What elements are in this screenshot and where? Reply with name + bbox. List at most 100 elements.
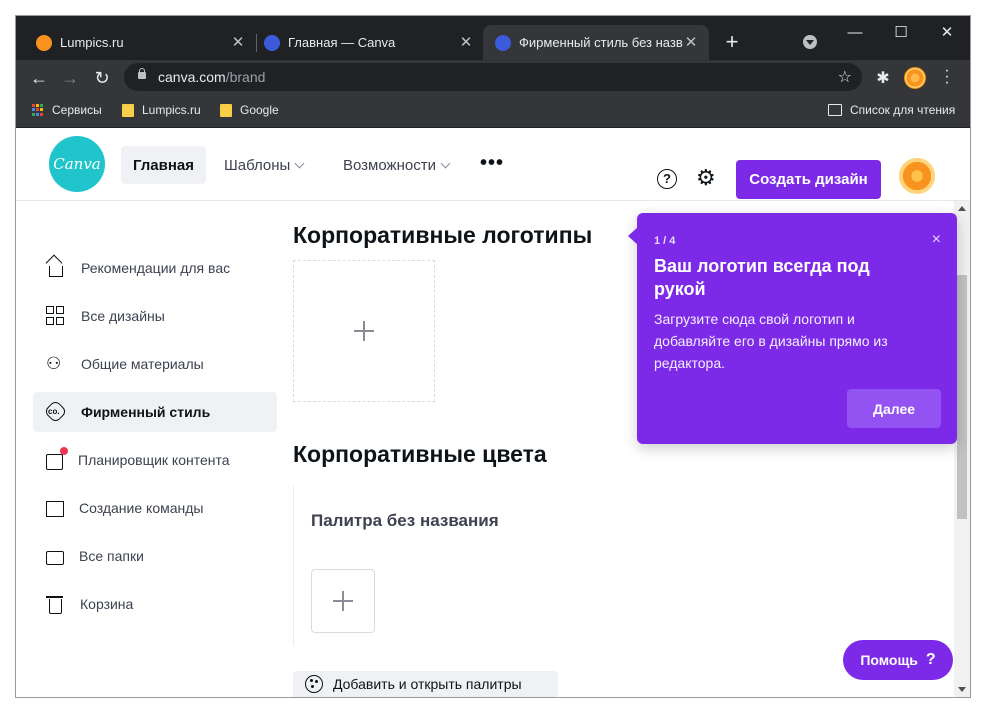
browser-window: Lumpics.ru ✕ Главная — Canva ✕ Фирменный… [16, 16, 970, 697]
nav-templates-label: Шаблоны [224, 156, 291, 174]
lumpics-favicon-icon [36, 34, 52, 51]
sidebar: Рекомендации для вас Все дизайны ⚇ Общие… [16, 201, 292, 697]
people-icon: ⚇ [46, 354, 62, 373]
tab-search-icon[interactable] [803, 35, 817, 49]
tab-title: Lumpics.ru [60, 35, 124, 50]
close-window-button[interactable]: ✕ [924, 16, 970, 48]
upload-logo-slot[interactable] [293, 260, 435, 402]
profile-avatar[interactable] [904, 67, 926, 89]
help-button-label: Помощь [860, 652, 918, 668]
add-palettes-label: Добавить и открыть палитры [333, 676, 522, 692]
canva-favicon-icon [264, 34, 280, 51]
popover-title: Ваш логотип всегда под рукой [654, 256, 870, 299]
back-icon[interactable]: ← [25, 64, 53, 92]
sidebar-item-all-designs[interactable]: Все дизайны [33, 296, 277, 336]
tab-canva-home[interactable]: Главная — Canva ✕ [244, 25, 484, 60]
bookmarks-bar: Сервисы Lumpics.ru Google Список для чте… [16, 95, 970, 128]
reading-list-label: Список для чтения [850, 103, 956, 117]
tab-title: Фирменный стиль без назван [519, 35, 683, 50]
help-icon[interactable]: ? [657, 169, 677, 189]
browser-toolbar: ← → ↻ canva.com/brand ☆ ✱ · · · [16, 60, 970, 95]
nav-templates[interactable]: Шаблоны [212, 146, 315, 184]
close-icon[interactable]: ✕ [683, 34, 699, 51]
grid-icon [46, 306, 66, 326]
browser-menu-icon[interactable]: · · · [940, 63, 954, 91]
bookmark-star-icon[interactable]: ☆ [838, 67, 852, 87]
folder-icon [46, 551, 64, 565]
lock-icon [138, 68, 146, 79]
logos-heading: Корпоративные логотипы [293, 222, 593, 248]
chevron-down-icon [440, 158, 451, 168]
gear-icon[interactable]: ⚙ [696, 166, 716, 190]
folder-icon [122, 103, 134, 117]
popover-body: Загрузите сюда свой логотип и добавляйте… [654, 311, 888, 371]
colors-heading: Корпоративные цвета [293, 441, 547, 467]
address-bar[interactable]: canva.com/brand ☆ [124, 63, 862, 91]
add-palettes-button[interactable]: Добавить и открыть палитры [293, 671, 558, 697]
scroll-up-icon[interactable] [958, 206, 966, 211]
sidebar-item-shared[interactable]: ⚇ Общие материалы [33, 344, 277, 384]
sidebar-item-label: Фирменный стиль [81, 404, 211, 420]
palette-icon [305, 675, 323, 693]
scroll-down-icon[interactable] [958, 687, 966, 692]
close-icon[interactable]: × [932, 231, 941, 249]
reload-icon[interactable]: ↻ [88, 64, 116, 92]
canva-favicon-icon [495, 34, 511, 51]
trash-icon [46, 596, 63, 614]
tab-brand-kit[interactable]: Фирменный стиль без назван ✕ [483, 25, 709, 60]
sidebar-item-team[interactable]: Создание команды [33, 488, 277, 528]
bookmark-lumpics[interactable]: Lumpics.ru [122, 103, 201, 117]
brand-kit-icon: co. [43, 399, 68, 424]
sidebar-item-recommendations[interactable]: Рекомендации для вас [33, 248, 277, 288]
bookmark-google[interactable]: Google [220, 103, 279, 117]
minimize-button[interactable]: — [832, 16, 878, 48]
palette-card: Палитра без названия [293, 486, 945, 646]
apps-icon [32, 103, 44, 117]
create-design-button[interactable]: Создать дизайн [736, 160, 881, 199]
url-text: canva.com/brand [158, 69, 266, 85]
calendar-icon [46, 446, 68, 470]
plus-icon [333, 591, 353, 611]
notification-dot [60, 446, 68, 455]
onboarding-popover: 1 / 4 × Ваш логотип всегда под рукой Заг… [628, 213, 957, 444]
chevron-down-icon [294, 158, 305, 168]
plus-icon [354, 321, 374, 341]
next-button[interactable]: Далее [847, 389, 941, 428]
more-menu-icon[interactable]: ••• [480, 153, 504, 173]
bookmark-apps[interactable]: Сервисы [32, 103, 102, 117]
maximize-button[interactable]: ☐ [878, 16, 924, 48]
bookmark-label: Сервисы [52, 103, 102, 117]
forward-icon[interactable]: → [56, 64, 84, 92]
sidebar-item-brand-kit[interactable]: co. Фирменный стиль [33, 392, 277, 432]
sidebar-item-label: Корзина [80, 596, 134, 612]
extensions-icon[interactable]: ✱ [873, 68, 893, 88]
help-button[interactable]: Помощь ? [843, 640, 953, 680]
add-color-button[interactable] [311, 569, 375, 633]
sidebar-item-trash[interactable]: Корзина [33, 584, 277, 624]
popover-step: 1 / 4 [654, 235, 676, 247]
sidebar-item-folders[interactable]: Все папки [33, 536, 277, 576]
sidebar-item-label: Все папки [79, 548, 144, 564]
tab-lumpics[interactable]: Lumpics.ru ✕ [16, 25, 256, 60]
nav-features[interactable]: Возможности [331, 146, 461, 184]
close-icon[interactable]: ✕ [458, 34, 474, 51]
bookmark-label: Lumpics.ru [142, 103, 201, 117]
sidebar-item-label: Рекомендации для вас [81, 260, 231, 276]
nav-home[interactable]: Главная [121, 146, 207, 184]
avatar[interactable] [899, 158, 935, 194]
nav-features-label: Возможности [343, 156, 436, 174]
sidebar-item-label: Планировщик контента [78, 452, 230, 468]
scroll-thumb[interactable] [957, 275, 967, 519]
sidebar-item-label: Общие материалы [81, 356, 204, 372]
reading-list[interactable]: Список для чтения [828, 103, 955, 117]
sidebar-item-label: Создание команды [79, 500, 204, 516]
sidebar-item-planner[interactable]: Планировщик контента [33, 440, 277, 480]
tab-title: Главная — Canva [288, 35, 396, 50]
folder-icon [220, 103, 232, 117]
palette-name[interactable]: Палитра без названия [311, 511, 499, 531]
team-icon [46, 501, 64, 517]
new-tab-button[interactable]: + [720, 31, 744, 55]
canva-logo[interactable]: Canva [49, 136, 105, 192]
canva-header: Canva Главная Шаблоны Возможности ••• ? … [16, 128, 970, 201]
sidebar-item-label: Все дизайны [81, 308, 165, 324]
